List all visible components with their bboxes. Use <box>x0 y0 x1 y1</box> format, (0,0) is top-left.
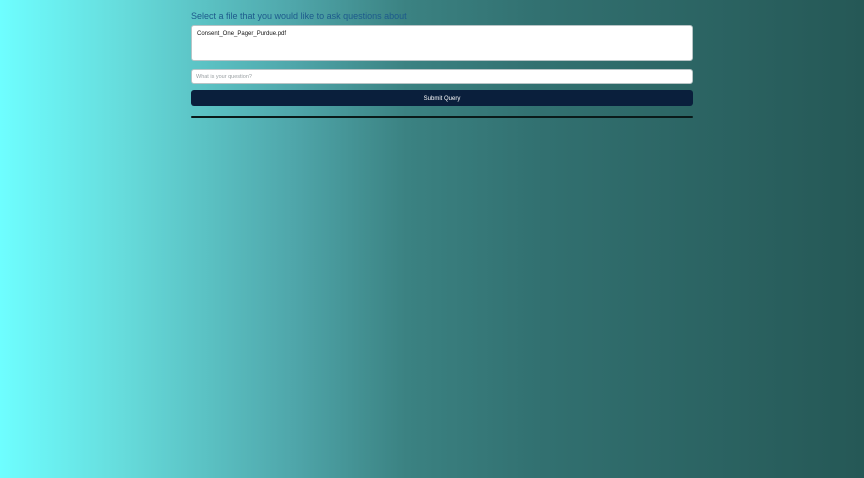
file-option[interactable]: Consent_One_Pager_Purdue.pdf <box>197 30 687 38</box>
submit-query-button[interactable]: Submit Query <box>191 90 693 106</box>
file-select-label: Select a file that you would like to ask… <box>191 11 407 21</box>
question-input[interactable] <box>191 69 693 84</box>
divider <box>191 116 693 118</box>
query-form: Select a file that you would like to ask… <box>191 11 693 118</box>
file-select-list[interactable]: Consent_One_Pager_Purdue.pdf <box>191 25 693 61</box>
